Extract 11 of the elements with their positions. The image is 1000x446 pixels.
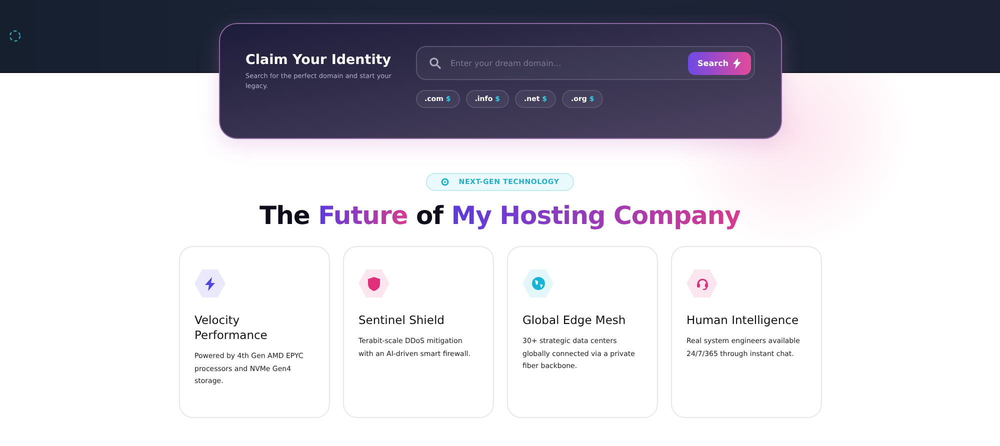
feature-title: Global Edge Mesh	[522, 313, 627, 328]
feature-title: Velocity Performance	[194, 313, 268, 343]
feature-title: Human Intelligence	[686, 313, 800, 328]
domain-search-field[interactable]: Enter your dream domain... Search	[416, 46, 754, 80]
card-title: Claim Your Identity	[246, 52, 392, 68]
lightning-icon	[732, 58, 740, 68]
search-button[interactable]: Search	[688, 52, 750, 74]
chip-icon	[440, 178, 449, 186]
feature-title: Sentinel Shield	[358, 313, 446, 328]
search-icon	[428, 57, 440, 69]
loading-icon	[9, 30, 21, 42]
